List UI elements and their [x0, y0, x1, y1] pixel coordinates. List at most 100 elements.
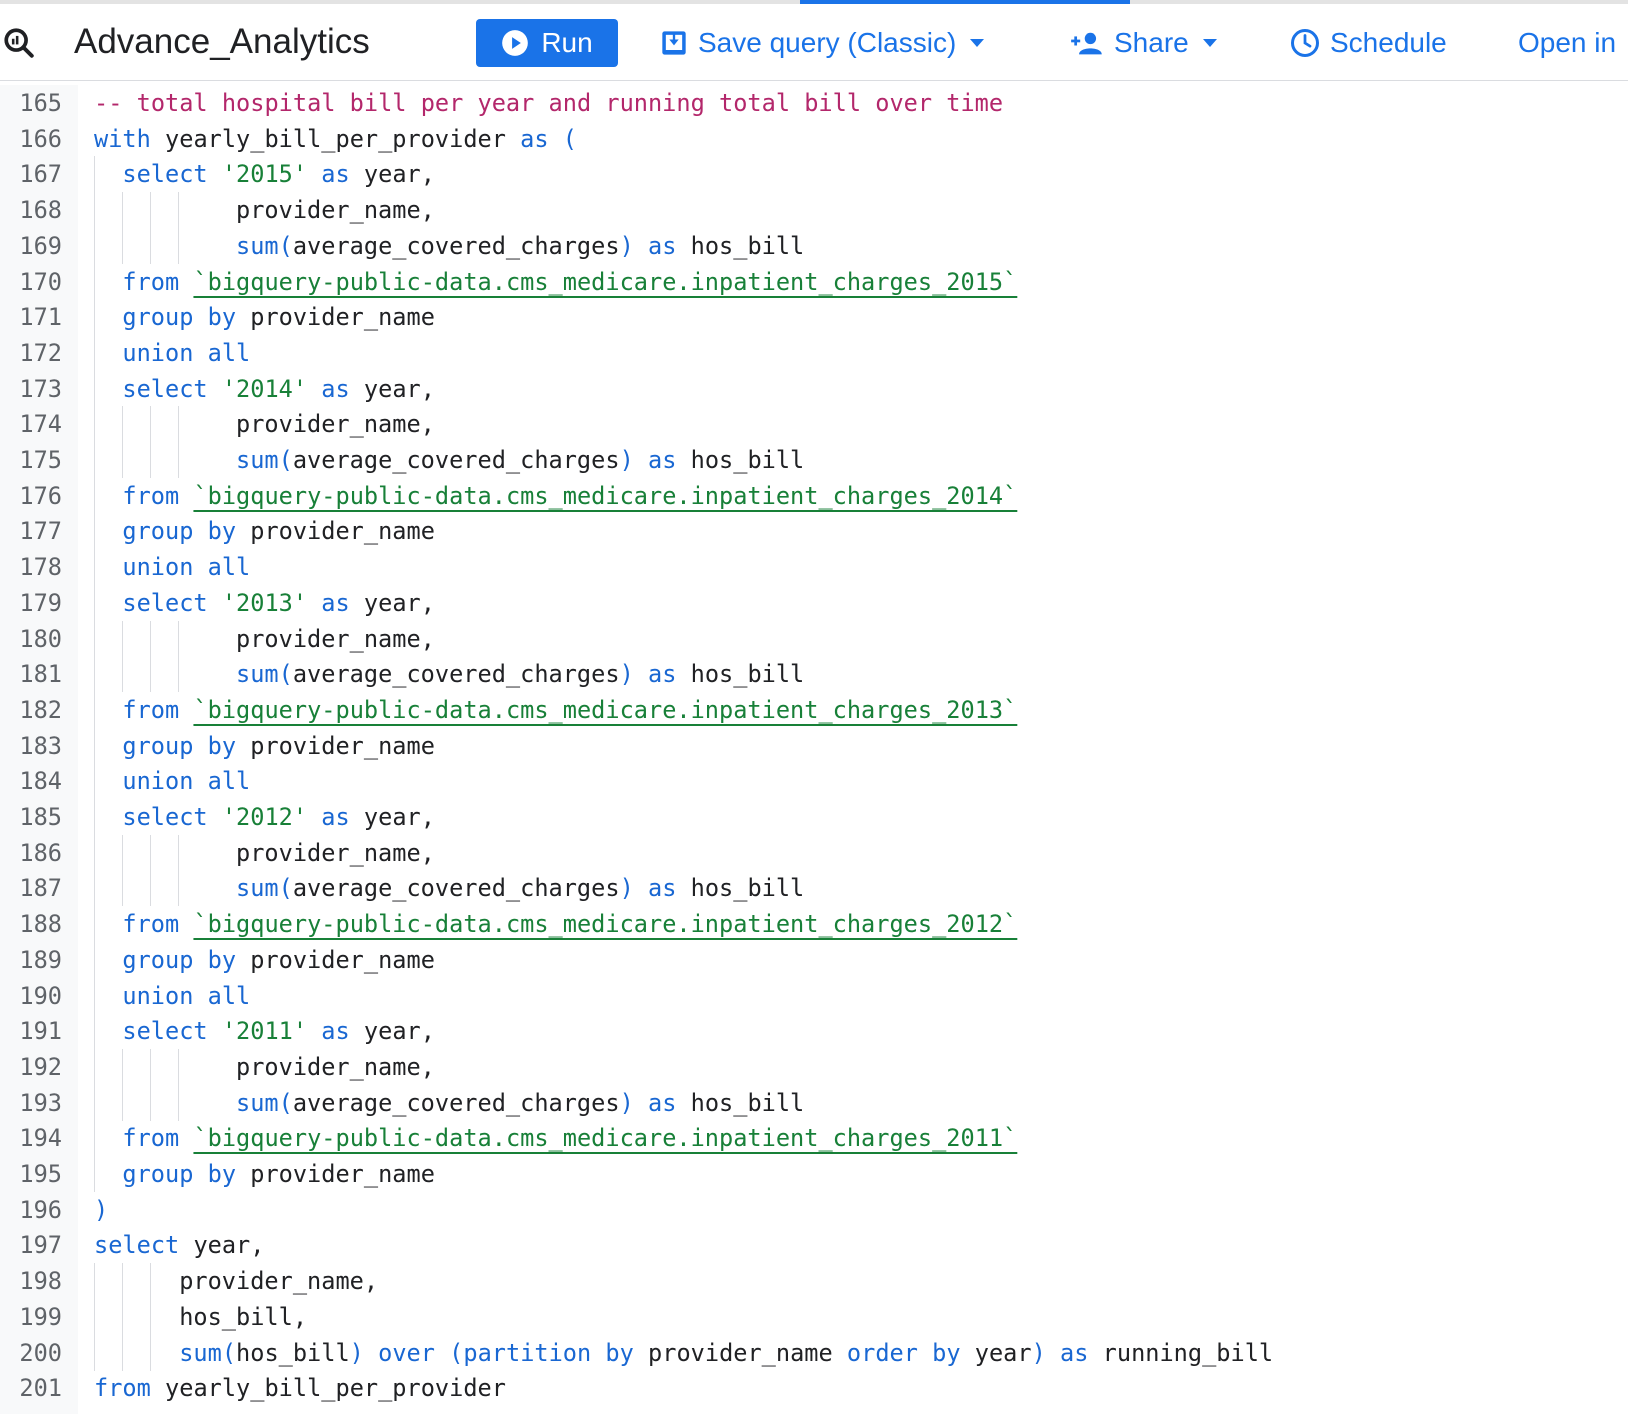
indent-guide [94, 1013, 95, 1050]
sql-editor[interactable]: 165 -- total hospital bill per year and r… [0, 85, 1628, 1414]
code-line[interactable]: 191 select '2011' as year, [0, 1013, 1628, 1050]
code-line[interactable]: 195 group by provider_name [0, 1156, 1628, 1192]
code-token-id: yearly_bill_per_provider [150, 1374, 506, 1403]
indent-guide [122, 227, 123, 264]
code-token-kw: as [321, 1017, 350, 1046]
code-token-id [208, 803, 222, 831]
code-token-kw: group by [122, 731, 237, 760]
code-line[interactable]: 173 select '2014' as year, [0, 370, 1628, 407]
code-text: from yearly_bill_per_provider [94, 1370, 506, 1406]
code-line[interactable]: 170 from `bigquery-public-data.cms_medica… [0, 263, 1628, 300]
code-token-id: provider_name, [236, 410, 435, 439]
code-token-op: ) [619, 1088, 634, 1117]
indent-guide [94, 799, 95, 835]
code-token-kw: as [1060, 1338, 1089, 1367]
code-token-id [1046, 1339, 1060, 1367]
code-token-tbl: `bigquery-public-data.cms_medicare.inpat… [193, 267, 1018, 296]
query-tab-title[interactable]: Advance_Analytics [74, 20, 370, 64]
code-token-kw: as [648, 446, 677, 474]
line-number: 169 [19, 231, 62, 260]
line-number: 186 [19, 838, 62, 867]
code-line[interactable]: 184 union all [0, 763, 1628, 800]
indent-guide [94, 370, 95, 407]
code-line[interactable]: 201 from yearly_bill_per_provider [0, 1370, 1628, 1406]
code-token-kw: from [122, 910, 180, 939]
code-token-tbl: `bigquery-public-data.cms_medicare.inpat… [193, 695, 1018, 724]
code-line[interactable]: 166 with yearly_bill_per_provider as ( [0, 121, 1628, 157]
code-line[interactable]: 175 sum(average_covered_charges) as hos_b… [0, 442, 1628, 478]
code-line[interactable]: 185 select '2012' as year, [0, 799, 1628, 835]
clock-icon [1291, 29, 1319, 57]
schedule-button[interactable]: Schedule [1290, 19, 1447, 67]
code-text: group by provider_name [122, 942, 435, 978]
code-line[interactable]: 188 from `bigquery-public-data.cms_medica… [0, 906, 1628, 943]
code-line[interactable]: 183 group by provider_name [0, 727, 1628, 764]
code-line[interactable]: 176 from `bigquery-public-data.cms_medica… [0, 477, 1628, 514]
code-line[interactable]: 200 sum(hos_bill) over (partition by prov… [0, 1334, 1628, 1371]
code-text: sum(average_covered_charges) as hos_bill [236, 228, 804, 264]
code-line[interactable]: 189 group by provider_name [0, 941, 1628, 978]
code-line[interactable]: 169 sum(average_covered_charges) as hos_b… [0, 227, 1628, 264]
code-line[interactable]: 197 select year, [0, 1227, 1628, 1263]
indent-guide [150, 656, 151, 693]
code-line[interactable]: 177 group by provider_name [0, 513, 1628, 550]
code-line[interactable]: 171 group by provider_name [0, 299, 1628, 336]
line-number: 180 [19, 624, 62, 653]
code-text: from `bigquery-public-data.cms_medicare.… [122, 692, 1017, 728]
code-line[interactable]: 192 provider_name, [0, 1048, 1628, 1085]
code-line[interactable]: 194 from `bigquery-public-data.cms_medica… [0, 1120, 1628, 1157]
code-text: select '2012' as year, [122, 799, 435, 835]
code-text: select '2015' as year, [122, 156, 435, 192]
code-line[interactable]: 181 sum(average_covered_charges) as hos_b… [0, 656, 1628, 693]
indent-guide [150, 834, 151, 871]
code-line[interactable]: 186 provider_name, [0, 834, 1628, 871]
code-line[interactable]: 187 sum(average_covered_charges) as hos_b… [0, 870, 1628, 907]
line-number: 192 [19, 1052, 62, 1081]
open-in-button[interactable]: Open in [1518, 19, 1616, 67]
add-person-icon [1071, 32, 1102, 55]
run-button[interactable]: Run [476, 19, 618, 67]
code-token-op: ( [278, 874, 293, 903]
code-line[interactable]: 178 union all [0, 549, 1628, 586]
run-label: Run [541, 27, 593, 58]
code-token-com: -- total hospital bill per year and runn… [94, 89, 1004, 117]
code-text: provider_name, [236, 192, 435, 228]
line-number: 173 [19, 374, 62, 403]
code-line[interactable]: 199 hos_bill, [0, 1298, 1628, 1335]
code-token-id [307, 375, 321, 403]
share-button[interactable]: Share [1070, 19, 1217, 67]
line-number: 174 [19, 410, 62, 439]
code-line[interactable]: 193 sum(average_covered_charges) as hos_b… [0, 1084, 1628, 1121]
code-line[interactable]: 196) [0, 1192, 1628, 1228]
code-line[interactable]: 167 select '2015' as year, [0, 156, 1628, 193]
code-token-op: ) [619, 446, 634, 474]
code-text: provider_name, [236, 406, 435, 442]
code-line[interactable]: 168 provider_name, [0, 192, 1628, 229]
save-query-button[interactable]: Save query (Classic) [660, 19, 985, 67]
code-line[interactable]: 165 -- total hospital bill per year and r… [0, 85, 1628, 121]
code-token-op: ( [278, 231, 293, 260]
code-token-kw: group by [122, 1160, 237, 1188]
code-token-kw: union all [122, 767, 251, 796]
indent-guide [94, 727, 95, 764]
code-line[interactable]: 190 union all [0, 977, 1628, 1014]
indent-guide [150, 1084, 151, 1121]
line-number: 185 [19, 803, 62, 831]
code-token-id: hos_bill, [179, 1302, 308, 1331]
indent-guide [150, 406, 151, 443]
code-line[interactable]: 174 provider_name, [0, 406, 1628, 443]
code-token-id: provider_name, [236, 196, 435, 225]
code-token-id [179, 1124, 193, 1152]
indent-guide [94, 1263, 95, 1300]
code-text: hos_bill, [179, 1299, 307, 1335]
code-token-id [435, 1339, 449, 1367]
code-line[interactable]: 172 union all [0, 334, 1628, 371]
indent-guide [178, 1048, 179, 1085]
code-token-id [364, 1339, 378, 1367]
code-line[interactable]: 180 provider_name, [0, 620, 1628, 657]
indent-guide [178, 442, 179, 478]
code-token-kw: select [122, 588, 208, 617]
code-line[interactable]: 198 provider_name, [0, 1263, 1628, 1300]
code-line[interactable]: 179 select '2013' as year, [0, 584, 1628, 621]
code-line[interactable]: 182 from `bigquery-public-data.cms_medica… [0, 691, 1628, 728]
